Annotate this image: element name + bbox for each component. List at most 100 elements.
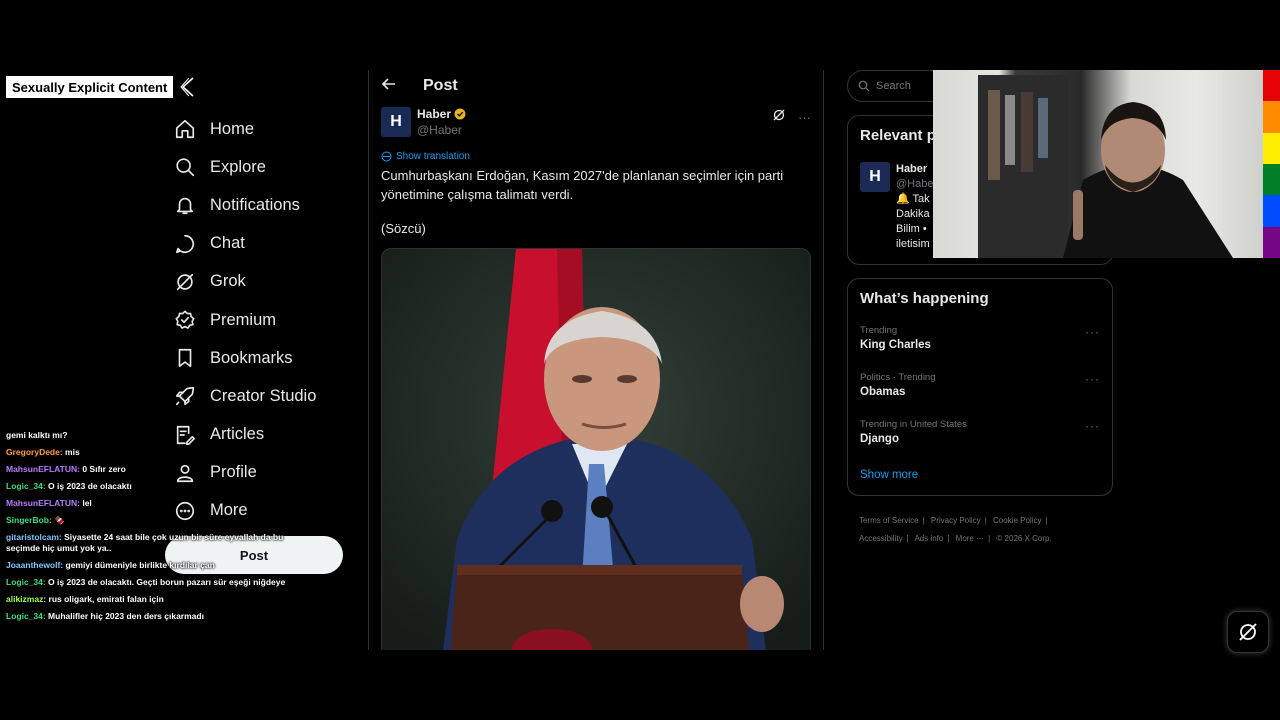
search-icon — [858, 80, 870, 92]
content-warning-badge: Sexually Explicit Content — [6, 76, 174, 98]
nav-label: Home — [210, 119, 255, 138]
relevant-bio-line: iletisim — [896, 238, 930, 250]
relevant-person[interactable]: H Haber @Habe 🔔 Tak Dakika Bilim • ileti… — [860, 162, 933, 252]
nav-label: Chat — [210, 234, 245, 253]
rainbow-band — [1263, 101, 1280, 133]
chat-message: Logic_34: O iş 2023 de olacaktı. Geçti b… — [6, 577, 296, 588]
trend-name: Django — [860, 433, 899, 445]
translate-icon — [381, 151, 392, 162]
chat-text: Muhalifler hiç 2023 den ders çıkarmadı — [48, 611, 204, 621]
search-placeholder: Search — [876, 80, 911, 92]
nav-item-bookmarks[interactable]: Bookmarks — [168, 339, 358, 377]
back-arrow-icon[interactable] — [381, 76, 397, 97]
footer-link[interactable]: Privacy Policy — [931, 516, 981, 525]
trend-more-icon[interactable]: ··· — [1085, 419, 1100, 433]
trend-name: King Charles — [860, 339, 931, 351]
chat-username: alikizmaz: — [6, 594, 49, 604]
x-logo-icon[interactable] — [178, 76, 198, 98]
nav-item-creator-studio[interactable]: Creator Studio — [168, 377, 358, 415]
bookmark-icon — [178, 349, 192, 368]
show-translation-label: Show translation — [396, 151, 470, 162]
show-more-link[interactable]: Show more — [860, 469, 918, 481]
trend-item[interactable]: Trending in United States Django ··· — [860, 419, 1100, 445]
chat-icon — [175, 234, 195, 253]
nav-item-explore[interactable]: Explore — [168, 148, 358, 186]
chat-username: GregoryDede: — [6, 447, 66, 457]
post-source: (Sözcü) — [381, 221, 426, 236]
rainbow-band — [1263, 195, 1280, 227]
chat-username: MahsunEFLATUN: — [6, 498, 83, 508]
post-actions: ··· — [772, 108, 811, 127]
nav-item-grok[interactable]: Grok — [168, 263, 358, 301]
post-photo-illustration — [382, 249, 810, 650]
relevant-bio-line: Bilim • — [896, 223, 927, 235]
chat-message: Logic_34: Muhalifler hiç 2023 den ders ç… — [6, 611, 296, 622]
happening-title: What’s happening — [860, 290, 989, 307]
chat-text: gemiyi dümeniyle birlikte kırdılar çan — [65, 560, 215, 570]
chat-username: Logic_34: — [6, 611, 49, 621]
webcam-feed — [978, 75, 1233, 258]
divider — [823, 70, 824, 650]
nav-item-premium[interactable]: Premium — [168, 301, 358, 339]
author-name[interactable]: Haber — [417, 107, 451, 121]
chat-message: Joaanthewolf: gemiyi dümeniyle birlikte … — [6, 560, 296, 571]
show-translation-link[interactable]: Show translation — [381, 151, 470, 162]
chat-message: Logic_34: O iş 2023 de olacaktı — [6, 481, 296, 492]
rainbow-band — [1263, 70, 1280, 102]
footer-link[interactable]: More ··· — [956, 534, 984, 543]
relevant-handle[interactable]: @Habe — [896, 177, 933, 192]
chat-message: MahsunEFLATUN: lel — [6, 498, 296, 509]
chat-text: O iş 2023 de olacaktı — [48, 481, 132, 491]
chat-message: GregoryDede: mis — [6, 447, 296, 458]
chat-text: lel — [82, 498, 92, 508]
trend-item[interactable]: Politics · Trending Obamas ··· — [860, 372, 1100, 398]
nav-item-chat[interactable]: Chat — [168, 225, 358, 263]
post-author[interactable]: H Haber @Haber — [381, 107, 466, 137]
rocket-icon — [175, 387, 195, 406]
relevant-name[interactable]: Haber — [896, 162, 933, 177]
nav-label: Grok — [210, 272, 246, 291]
post-photo[interactable] — [381, 248, 811, 650]
search-icon — [176, 158, 195, 177]
nav-label: Bookmarks — [210, 348, 293, 367]
page-title: Post — [423, 77, 458, 94]
nav-item-notifications[interactable]: Notifications — [168, 186, 358, 224]
stream-chat: gemi kalktı mı? GregoryDede: mis MahsunEFL… — [6, 430, 296, 628]
nav-item-home[interactable]: Home — [168, 110, 358, 148]
webcam-overlay — [933, 70, 1263, 258]
rainbow-stripe — [1263, 70, 1280, 258]
rainbow-band — [1263, 163, 1280, 196]
post-text: Cumhurbaşkanı Erdoğan, Kasım 2027'de pla… — [381, 168, 784, 202]
trend-name: Obamas — [860, 386, 906, 398]
footer-link[interactable]: Accessibility — [859, 534, 903, 543]
chat-username: Joaanthewolf: — [6, 560, 66, 570]
more-options-icon[interactable]: ··· — [798, 110, 811, 125]
nav-label: Creator Studio — [210, 386, 317, 405]
avatar[interactable]: H — [381, 107, 411, 137]
chat-username: Logic_34: — [6, 481, 49, 491]
chat-text: gemi kalktı mı? — [6, 430, 68, 440]
footer-links: Terms of Service | Privacy Policy | Cookie… — [859, 516, 1052, 543]
footer-link[interactable]: Terms of Service — [859, 516, 919, 525]
avatar[interactable]: H — [860, 162, 890, 192]
footer-link[interactable]: Cookie Policy — [993, 516, 1041, 525]
chat-message: alikizmaz: rus oligark, emirati falan iç… — [6, 594, 296, 605]
footer-copyright: © 2026 X Corp. — [996, 534, 1052, 543]
post-header: Post — [369, 70, 823, 102]
nav-label: Premium — [210, 310, 277, 329]
chat-username: MahsunEFLATUN: — [6, 464, 83, 474]
chat-message: MahsunEFLATUN: 0 Sıfır zero — [6, 464, 296, 475]
author-handle[interactable]: @Haber — [417, 123, 466, 137]
grok-icon[interactable] — [772, 108, 786, 127]
trend-item[interactable]: Trending King Charles ··· — [860, 325, 1100, 351]
grok-floating-button[interactable] — [1227, 611, 1269, 653]
relevant-bio-line: Dakika — [896, 208, 930, 220]
chat-text: O iş 2023 de olacaktı. Geçti borun pazar… — [48, 577, 286, 587]
home-icon — [175, 120, 195, 139]
trend-more-icon[interactable]: ··· — [1085, 372, 1100, 386]
grok-icon — [1239, 623, 1257, 641]
chat-text: 0 Sıfır zero — [82, 464, 126, 474]
trend-more-icon[interactable]: ··· — [1085, 325, 1100, 339]
trend-category: Trending in United States — [860, 419, 967, 430]
footer-link[interactable]: Ads info — [914, 534, 943, 543]
